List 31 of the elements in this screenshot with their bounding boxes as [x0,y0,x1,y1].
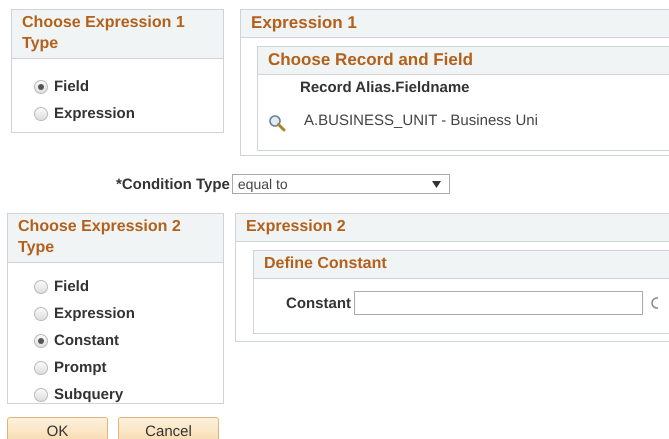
field-label: *Condition Type [116,176,230,192]
radio-button[interactable] [34,280,48,294]
panel-header: Expression 1 [241,10,669,38]
column-header: Record Alias.Fieldname [299,78,470,96]
radio-button[interactable] [34,106,48,120]
radio-label: Expression [54,305,135,322]
dropdown[interactable]: equal to [232,174,450,194]
button[interactable]: OK [7,417,108,439]
radio-button[interactable] [34,306,48,320]
radio-button[interactable] [34,80,48,94]
field-value: A.BUSINESS_UNIT - Business Uni [304,112,538,128]
search-icon[interactable] [268,114,286,132]
radio-label: Subquery [54,386,124,403]
radio-label: Field [54,278,90,295]
field-label: Constant [286,294,351,312]
panel-header: Expression 2 [236,214,669,242]
radio-button[interactable] [34,360,48,374]
radio-button[interactable] [34,388,48,402]
section-header: Choose Record and Field [258,47,669,75]
input-field[interactable] [354,291,643,315]
radio-label: Expression [54,105,135,122]
panel-header: Choose Expression 2 Type [8,214,223,263]
radio-label: Constant [54,332,119,349]
caret-icon [432,180,441,188]
radio-button[interactable] [34,334,48,348]
radio-label: Field [54,78,90,95]
section-header: Define Constant [254,251,669,279]
button[interactable]: Cancel [118,417,219,439]
panel-header: Choose Expression 1 Type [12,10,223,59]
search-icon[interactable] [650,296,658,310]
radio-label: Prompt [54,359,106,376]
